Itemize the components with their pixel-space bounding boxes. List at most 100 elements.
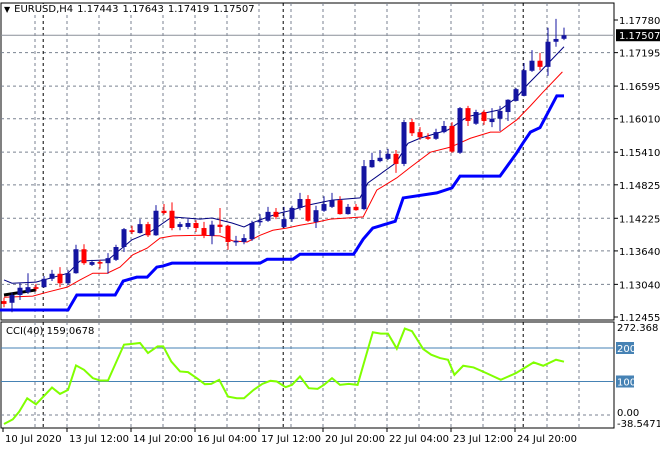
time-axis-label: 16 Jul 04:00 [197,434,257,445]
candle-body [385,153,391,159]
candle-body [449,125,455,152]
candle-body [497,110,503,119]
candle [113,244,119,261]
candle [193,220,199,232]
current-price-label: 1.17507 [619,31,660,42]
candle-body [121,229,127,248]
candle-body [361,166,367,210]
time-axis-label: 20 Jul 20:00 [325,434,385,445]
candle-body [409,122,415,134]
candle [329,192,335,208]
candle [177,221,183,231]
candle [145,221,151,237]
candle-body [217,224,223,227]
candle-body [545,41,551,67]
time-axis-label: 17 Jul 12:00 [261,434,321,445]
candle [49,269,55,282]
cci-axis-label: 272.368 [617,323,658,334]
chart-info-bar: ▼ EURUSD,H4 1.17443 1.17643 1.17419 1.17… [4,4,255,15]
candle-body [369,159,375,168]
cci-panel-frame [0,321,615,429]
candle-body [49,273,55,279]
candle-body [137,224,143,234]
candles [1,18,567,313]
candle-body [321,204,327,211]
candle [209,220,215,245]
candle [129,225,135,235]
candle-body [33,287,39,289]
candle [17,283,23,300]
candle-body [353,206,359,211]
high-value: 1.17643 [122,4,164,15]
candle-body [81,249,87,264]
candle-body [257,220,263,223]
candle [313,205,319,229]
candle-body [225,225,231,242]
candle-body [185,223,191,227]
candle [81,244,87,265]
candle-body [489,118,495,123]
candle [353,204,359,211]
open-value: 1.17443 [77,4,119,15]
chart-canvas[interactable]: 1.17780 1.17195 1.16595 1.16010 1.15410 1.148… [0,0,660,450]
candle-body [345,206,351,215]
candle [281,206,287,229]
candle [481,109,487,125]
time-axis-label: 10 Jul 2020 [5,434,62,445]
candle-body [305,199,311,221]
price-axis-label: 1.14225 [619,214,660,225]
candle-body [89,262,95,265]
candle-body [201,228,207,236]
candle [505,99,511,121]
candle-body [161,210,167,213]
close-value: 1.17507 [213,4,255,15]
cci-line [3,327,565,425]
candle [553,18,559,47]
candle [105,253,111,274]
candle-body [425,137,431,139]
candle-body [529,60,535,71]
candle [257,214,263,226]
candle-body [537,60,543,67]
candle-body [265,211,271,221]
candle [561,27,567,41]
candle [153,205,159,236]
candle-body [17,287,23,295]
candle [361,159,367,211]
candle [249,220,255,241]
time-axis-label: 23 Jul 12:00 [453,434,513,445]
candle-body [417,132,423,138]
time-axis-label: 22 Jul 04:00 [389,434,449,445]
candle-body [169,210,175,229]
candle-body [297,199,303,208]
candle-body [113,247,119,260]
candle-body [289,207,295,220]
candle-body [9,294,15,303]
candle-body [473,112,479,124]
candle [1,297,7,308]
candle-body [505,99,511,113]
price-axis-label: 1.16010 [619,115,660,126]
candle [273,207,279,220]
candle-body [1,301,7,304]
candle [265,206,271,222]
candle-body [441,125,447,133]
candle [321,196,327,212]
price-axis-label: 1.13040 [619,280,660,291]
candle-body [153,210,159,236]
triangle-down-icon[interactable]: ▼ [4,5,10,14]
cci-axis-label: 0.00 [617,408,639,419]
cci-title: CCI(40) 159.0678 [6,326,95,337]
candle-body [129,230,135,232]
candle [521,62,527,97]
candle [449,122,455,153]
price-axis-label: 1.14825 [619,181,660,192]
price-axis-label: 1.16595 [619,82,660,93]
time-axis-label: 14 Jul 20:00 [133,434,193,445]
candle-body [273,211,279,217]
candle-body [145,224,151,236]
candle-body [177,224,183,227]
candle-body [337,200,343,215]
candle [537,52,543,71]
candle-body [457,108,463,153]
